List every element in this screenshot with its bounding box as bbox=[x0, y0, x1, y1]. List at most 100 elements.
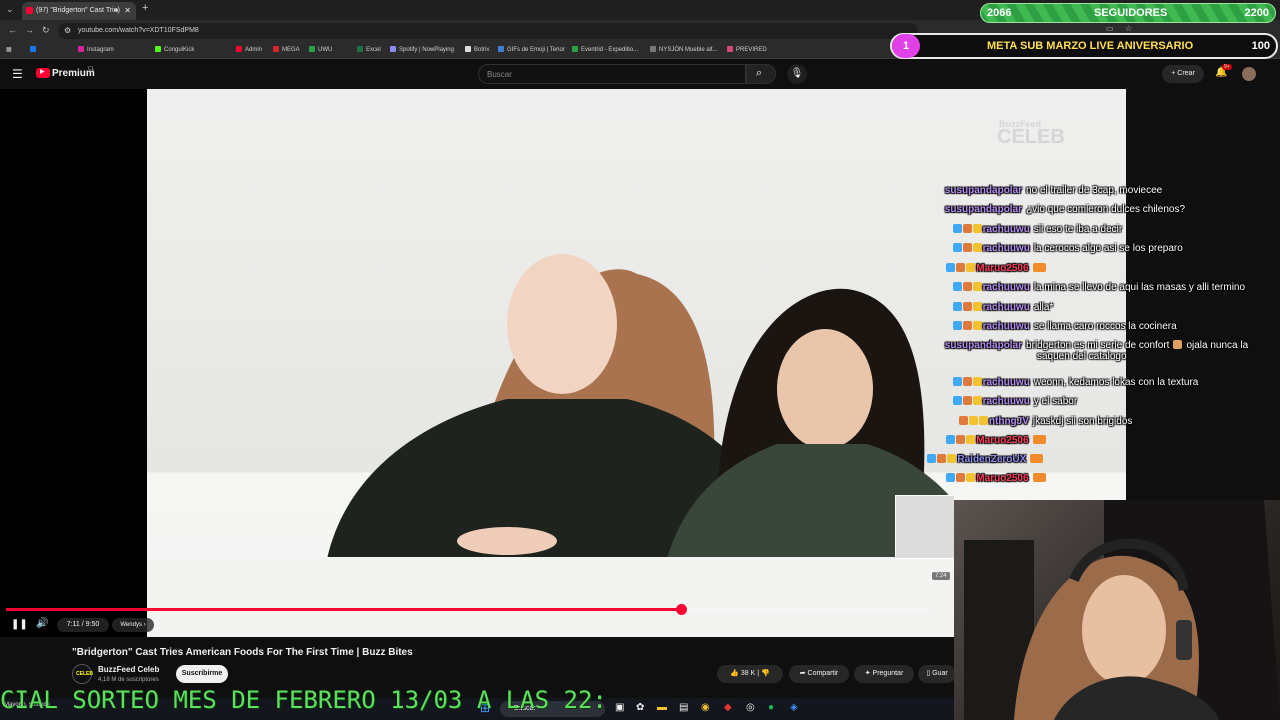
chat-badge-icon bbox=[972, 396, 982, 405]
speaker-icon[interactable]: ◂) bbox=[114, 2, 120, 20]
chat-badge-icon bbox=[952, 243, 962, 252]
channel-avatar[interactable]: CELEB bbox=[72, 664, 93, 684]
cast-icon[interactable]: ▭ bbox=[1106, 24, 1114, 33]
chat-username: rachuuwu bbox=[982, 302, 1030, 313]
subscribe-button[interactable]: Suscribirme bbox=[176, 665, 228, 683]
site-info-icon[interactable]: ⚙ bbox=[64, 23, 71, 39]
sub-goal-value: 100 bbox=[1251, 40, 1270, 52]
progress-bar[interactable] bbox=[6, 604, 930, 615]
like-count[interactable]: 38 K bbox=[741, 670, 755, 677]
volume-icon[interactable]: 🔊 bbox=[36, 618, 48, 629]
chat-badge-icon bbox=[972, 282, 982, 291]
bookmark-conguikick[interactable]: ConguiKick bbox=[155, 45, 194, 55]
facebook-icon[interactable] bbox=[30, 45, 39, 55]
new-tab-button[interactable]: + bbox=[142, 2, 148, 14]
sub-goal-bar: 1 META SUB MARZO LIVE ANIVERSARIO 100 bbox=[890, 33, 1278, 59]
like-dislike-group: 👍 38 K | 👎 bbox=[717, 665, 783, 683]
chat-badge-icon bbox=[966, 435, 976, 444]
dislike-icon[interactable]: | 👎 bbox=[757, 670, 769, 677]
chat-username: rachuuwu bbox=[982, 243, 1030, 254]
youtube-header: ☰ ▶ Premium CL Buscar ⌕ 🎙 + Crear 🔔 9+ bbox=[0, 59, 1280, 89]
spotify-icon[interactable]: ● bbox=[768, 702, 774, 713]
chat-message: rachuuwu y el sabor bbox=[952, 396, 1077, 407]
search-button[interactable]: ⌕ bbox=[746, 64, 776, 84]
progress-scrubber[interactable] bbox=[675, 604, 687, 615]
bookmark-spotify[interactable]: Spotify | NowPlaying bbox=[390, 45, 454, 55]
bookmark-gifs[interactable]: GIFs de Emoji | Tenor bbox=[498, 45, 565, 55]
bookmark-uwu[interactable]: UWU bbox=[309, 45, 332, 55]
chat-username: Maruo2506 bbox=[976, 435, 1029, 446]
bookmark-previred[interactable]: PREVIRED bbox=[727, 45, 767, 55]
save-button[interactable]: ▯ Guar bbox=[918, 665, 956, 683]
chat-badge-icon bbox=[946, 435, 956, 444]
chat-text: jkaskdj sii son brigidos bbox=[1032, 416, 1133, 427]
pause-icon[interactable]: ❚❚ bbox=[11, 619, 28, 630]
menu-icon[interactable]: ☰ bbox=[12, 67, 23, 81]
share-button[interactable]: ➦ Compartir bbox=[789, 665, 849, 683]
chat-message: nthngJV jkaskdj sii son brigidos bbox=[958, 416, 1133, 427]
chapter-button[interactable]: Wendys › bbox=[112, 618, 154, 632]
chat-text: bridgerton es mi serie de confort bbox=[1026, 340, 1170, 351]
chat-username: rachuuwu bbox=[982, 282, 1030, 293]
file-explorer-icon[interactable]: ▬ bbox=[657, 702, 667, 713]
chat-text-extra: ojala nunca la bbox=[1186, 340, 1249, 351]
ask-button[interactable]: ✦ Preguntar bbox=[854, 665, 914, 683]
time-display: 7:11 / 9:50 bbox=[57, 618, 109, 632]
obs-icon[interactable]: ◎ bbox=[746, 702, 755, 713]
tab-search-icon[interactable]: ⌄ bbox=[6, 4, 14, 15]
url-field[interactable]: ⚙ youtube.com/watch?v=XDT10FSdPM8 bbox=[58, 23, 918, 39]
chat-emote-icon bbox=[1173, 340, 1183, 349]
chat-badge-icon bbox=[972, 243, 982, 252]
chat-text: no el trailer de 3cap, moviecee bbox=[1026, 185, 1163, 196]
like-icon[interactable]: 👍 bbox=[730, 670, 741, 677]
sub-goal-badge: 1 bbox=[892, 34, 920, 58]
chat-badge-icon bbox=[972, 321, 982, 330]
chat-badge-icon bbox=[972, 224, 982, 233]
chat-text: sii eso te iba a decir bbox=[1033, 224, 1123, 235]
bookmark-eventrid[interactable]: Eventrid - Expeditio... bbox=[572, 45, 638, 55]
chat-badge-icon bbox=[972, 302, 982, 311]
reload-icon[interactable]: ↻ bbox=[42, 25, 50, 36]
chat-message: susupandapolar no el trailer de 3cap, mov… bbox=[945, 185, 1162, 196]
share-icon: ➦ bbox=[799, 670, 808, 677]
app-icon-red[interactable]: ◆ bbox=[724, 702, 732, 713]
chat-badge-icon bbox=[972, 377, 982, 386]
star-icon[interactable]: ☆ bbox=[1125, 24, 1132, 33]
chat-badge-icon bbox=[962, 243, 972, 252]
face-right bbox=[777, 329, 873, 449]
chrome-icon[interactable]: ◉ bbox=[701, 702, 710, 713]
chat-badge-icon bbox=[962, 321, 972, 330]
copilot-icon[interactable]: ✿ bbox=[636, 702, 644, 713]
bookmark-instagram[interactable]: Instagram bbox=[78, 45, 114, 55]
forward-icon[interactable]: → bbox=[25, 25, 34, 35]
channel-name[interactable]: BuzzFeed Celeb bbox=[98, 665, 159, 674]
chat-badge-icon bbox=[978, 416, 988, 425]
play-glyph-icon: ▶ bbox=[40, 69, 45, 75]
progress-fill bbox=[6, 608, 681, 611]
chat-message: rachuuwu se llama caro roccos la cocinera bbox=[952, 321, 1177, 332]
apps-icon[interactable]: ▦ bbox=[6, 45, 12, 55]
back-icon[interactable]: ← bbox=[8, 25, 17, 35]
bookmark-nysjon[interactable]: NYSJÓN Mueble alt... bbox=[650, 45, 718, 55]
search-input[interactable]: Buscar bbox=[478, 64, 746, 84]
chat-username: Maruo2506 bbox=[976, 263, 1029, 274]
voice-search-icon[interactable]: 🎙 bbox=[787, 64, 807, 84]
task-view-icon[interactable]: ▣ bbox=[615, 702, 624, 713]
app-icon-blue[interactable]: ◈ bbox=[790, 702, 798, 713]
chat-message: Maruo2506 bbox=[946, 473, 1046, 484]
close-tab-icon[interactable]: ✕ bbox=[124, 2, 131, 20]
followers-label: SEGUIDORES bbox=[1094, 7, 1168, 19]
account-avatar[interactable] bbox=[1242, 67, 1256, 81]
store-icon[interactable]: ▤ bbox=[679, 702, 688, 713]
chat-badge-icon bbox=[962, 282, 972, 291]
bookmark-excel[interactable]: Excel bbox=[357, 45, 381, 55]
country-code: CL bbox=[88, 66, 95, 72]
chat-badge-icon bbox=[946, 263, 956, 272]
bookmark-mega[interactable]: MEGA bbox=[273, 45, 300, 55]
browser-tab-active[interactable]: (97) "Bridgerton" Cast Trie ◂) ✕ bbox=[22, 2, 136, 20]
chat-message: Maruo2506 bbox=[946, 263, 1046, 274]
followers-goal: 2200 bbox=[1244, 7, 1269, 19]
create-button[interactable]: + Crear bbox=[1162, 65, 1204, 83]
bookmark-admin[interactable]: Admin bbox=[236, 45, 262, 55]
bookmark-botrix[interactable]: Botrix bbox=[465, 45, 489, 55]
